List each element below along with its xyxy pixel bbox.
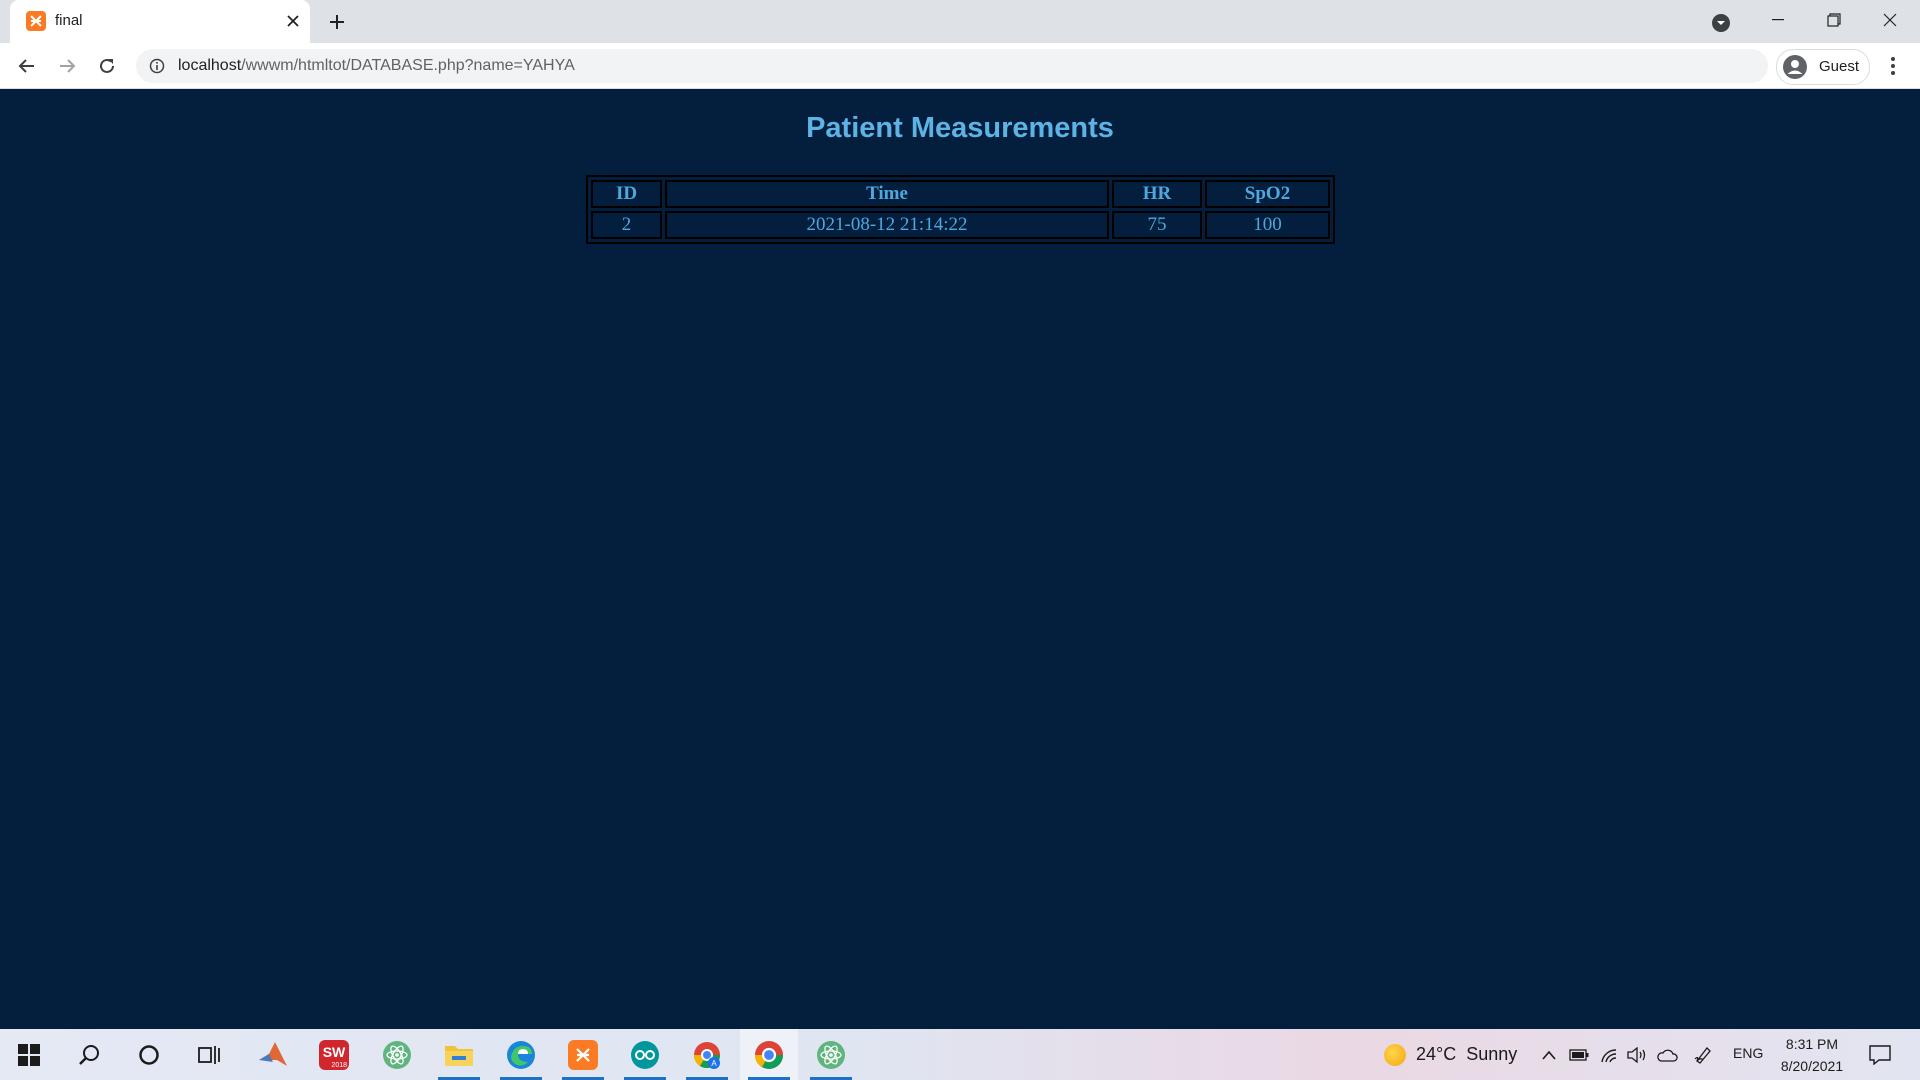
table-header-row: ID Time HR SpO2 (591, 180, 1330, 208)
notification-icon[interactable] (1864, 1041, 1896, 1069)
clock-time: 8:31 PM (1785, 1036, 1839, 1052)
cell-spo2: 100 (1205, 211, 1330, 239)
clock-date: 8/20/2021 (1780, 1058, 1844, 1074)
tab-search-icon[interactable] (1708, 10, 1734, 36)
solidworks-icon[interactable]: SW 2018 (305, 1029, 363, 1080)
tab-strip: final (0, 0, 1920, 43)
weather-temp: 24°C (1416, 1044, 1457, 1064)
minimize-icon[interactable] (1750, 0, 1806, 40)
cell-hr: 75 (1112, 211, 1202, 239)
profile-button[interactable]: Guest (1776, 49, 1870, 85)
site-info-icon[interactable] (148, 57, 166, 75)
arduino-icon[interactable] (616, 1029, 674, 1080)
browser-tab[interactable]: final (10, 0, 310, 43)
battery-icon[interactable] (1567, 1043, 1591, 1067)
guest-avatar-icon (1783, 55, 1807, 79)
taskbar: SW 2018 A 24°C Sunny ENG 8:31 PM 8/20/20… (0, 1029, 1920, 1080)
windows-start-icon[interactable] (0, 1029, 58, 1080)
window-close-icon[interactable] (1862, 0, 1918, 40)
table-row: 2 2021-08-12 21:14:22 75 100 (591, 211, 1330, 239)
atom-icon[interactable] (368, 1029, 426, 1080)
col-spo2-header: SpO2 (1205, 180, 1330, 208)
measurements-table: ID Time HR SpO2 2 2021-08-12 21:14:22 75… (586, 175, 1335, 244)
weather-widget[interactable]: 24°C Sunny (1384, 1029, 1517, 1080)
cell-time: 2021-08-12 21:14:22 (665, 211, 1109, 239)
input-language[interactable]: ENG (1733, 1045, 1763, 1061)
col-time-header: Time (665, 180, 1109, 208)
page-content: Patient Measurements ID Time HR SpO2 2 2… (0, 89, 1920, 1029)
url-host: localhost (178, 57, 242, 74)
new-tab-button[interactable] (323, 8, 351, 36)
search-icon[interactable] (60, 1029, 118, 1080)
address-bar[interactable]: localhost/wwwm/htmltot/DATABASE.php?name… (136, 49, 1768, 83)
pen-icon[interactable] (1691, 1043, 1715, 1067)
cortana-icon[interactable] (120, 1029, 178, 1080)
page-title: Patient Measurements (806, 112, 1114, 144)
sun-icon (1384, 1043, 1406, 1066)
col-id-header: ID (591, 180, 662, 208)
onedrive-icon[interactable] (1655, 1043, 1679, 1067)
forward-arrow-icon[interactable] (51, 50, 83, 82)
tab-close-icon[interactable] (282, 10, 304, 32)
volume-icon[interactable] (1625, 1043, 1649, 1067)
cell-id: 2 (591, 211, 662, 239)
solidworks-badge: SW 2018 (319, 1039, 349, 1070)
edge-icon[interactable] (492, 1029, 550, 1080)
col-hr-header: HR (1112, 180, 1202, 208)
task-view-icon[interactable] (180, 1029, 238, 1080)
svg-text:A: A (711, 1059, 717, 1068)
file-explorer-icon[interactable] (430, 1029, 488, 1080)
clock[interactable]: 8:31 PM 8/20/2021 (1772, 1033, 1852, 1077)
url-path: /wwwm/htmltot/DATABASE.php?name=YAHYA (241, 57, 575, 74)
chrome-apps-icon[interactable]: A (678, 1029, 736, 1080)
back-arrow-icon[interactable] (11, 50, 43, 82)
matlab-icon[interactable] (244, 1029, 302, 1080)
restore-icon[interactable] (1806, 0, 1862, 40)
weather-condition: Sunny (1466, 1044, 1518, 1064)
profile-label: Guest (1819, 58, 1860, 75)
tab-title: final (55, 12, 83, 29)
chrome-icon[interactable] (740, 1029, 798, 1080)
xampp-badge (568, 1039, 598, 1070)
url-text[interactable]: localhost/wwwm/htmltot/DATABASE.php?name… (178, 57, 575, 75)
reload-icon[interactable] (91, 50, 123, 82)
xampp-icon[interactable] (554, 1029, 612, 1080)
xampp-favicon-icon (26, 11, 46, 31)
wifi-icon[interactable] (1597, 1043, 1621, 1067)
solidworks-label: SW (322, 1043, 346, 1060)
kebab-menu-icon[interactable] (1880, 50, 1906, 82)
solidworks-year: 2018 (331, 1061, 347, 1069)
atom-2-icon[interactable] (802, 1029, 860, 1080)
browser-toolbar: localhost/wwwm/htmltot/DATABASE.php?name… (0, 43, 1920, 89)
chevron-up-icon[interactable] (1537, 1043, 1561, 1067)
